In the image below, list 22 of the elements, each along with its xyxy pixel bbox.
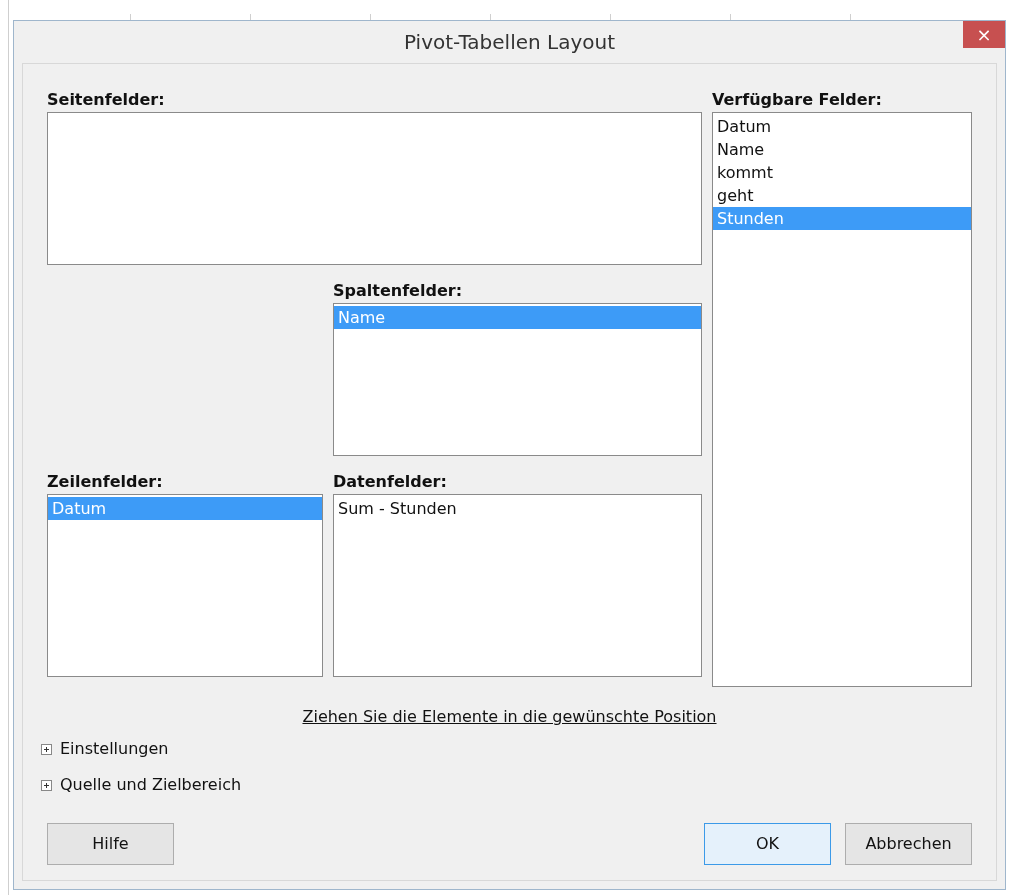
dialog-button[interactable]: OK [704, 823, 831, 865]
field-label: Zeilenfelder: [47, 472, 163, 492]
window-title: Pivot-Tabellen Layout [403, 29, 616, 56]
dialog-button[interactable]: Abbrechen [845, 823, 972, 865]
dialog-button[interactable]: Hilfe [47, 823, 174, 865]
list-item[interactable]: Name [713, 138, 971, 161]
field-label: Spaltenfelder: [333, 281, 463, 301]
field-label: Datenfelder: [333, 472, 447, 492]
list-item[interactable]: Datum [713, 115, 971, 138]
list-box[interactable]: Datum Name kommt geht Stunden [712, 112, 972, 687]
plus-box-icon[interactable] [41, 743, 52, 755]
hint-text: Ziehen Sie die Elemente in die gewünschte Position [302, 706, 717, 728]
close-button[interactable]: × [963, 21, 1005, 48]
field-label: Seitenfelder: [47, 90, 165, 110]
plus-box-icon[interactable] [41, 779, 52, 791]
field-label: Verfügbare Felder: [712, 90, 882, 110]
list-item[interactable]: Sum - Stunden [334, 497, 701, 520]
list-box[interactable]: Sum - Stunden [333, 494, 702, 677]
section-toggle[interactable]: Quelle und Zielbereich [60, 773, 242, 797]
section-toggle[interactable]: Einstellungen [60, 737, 169, 761]
list-item[interactable]: kommt [713, 161, 971, 184]
list-item[interactable]: geht [713, 184, 971, 207]
